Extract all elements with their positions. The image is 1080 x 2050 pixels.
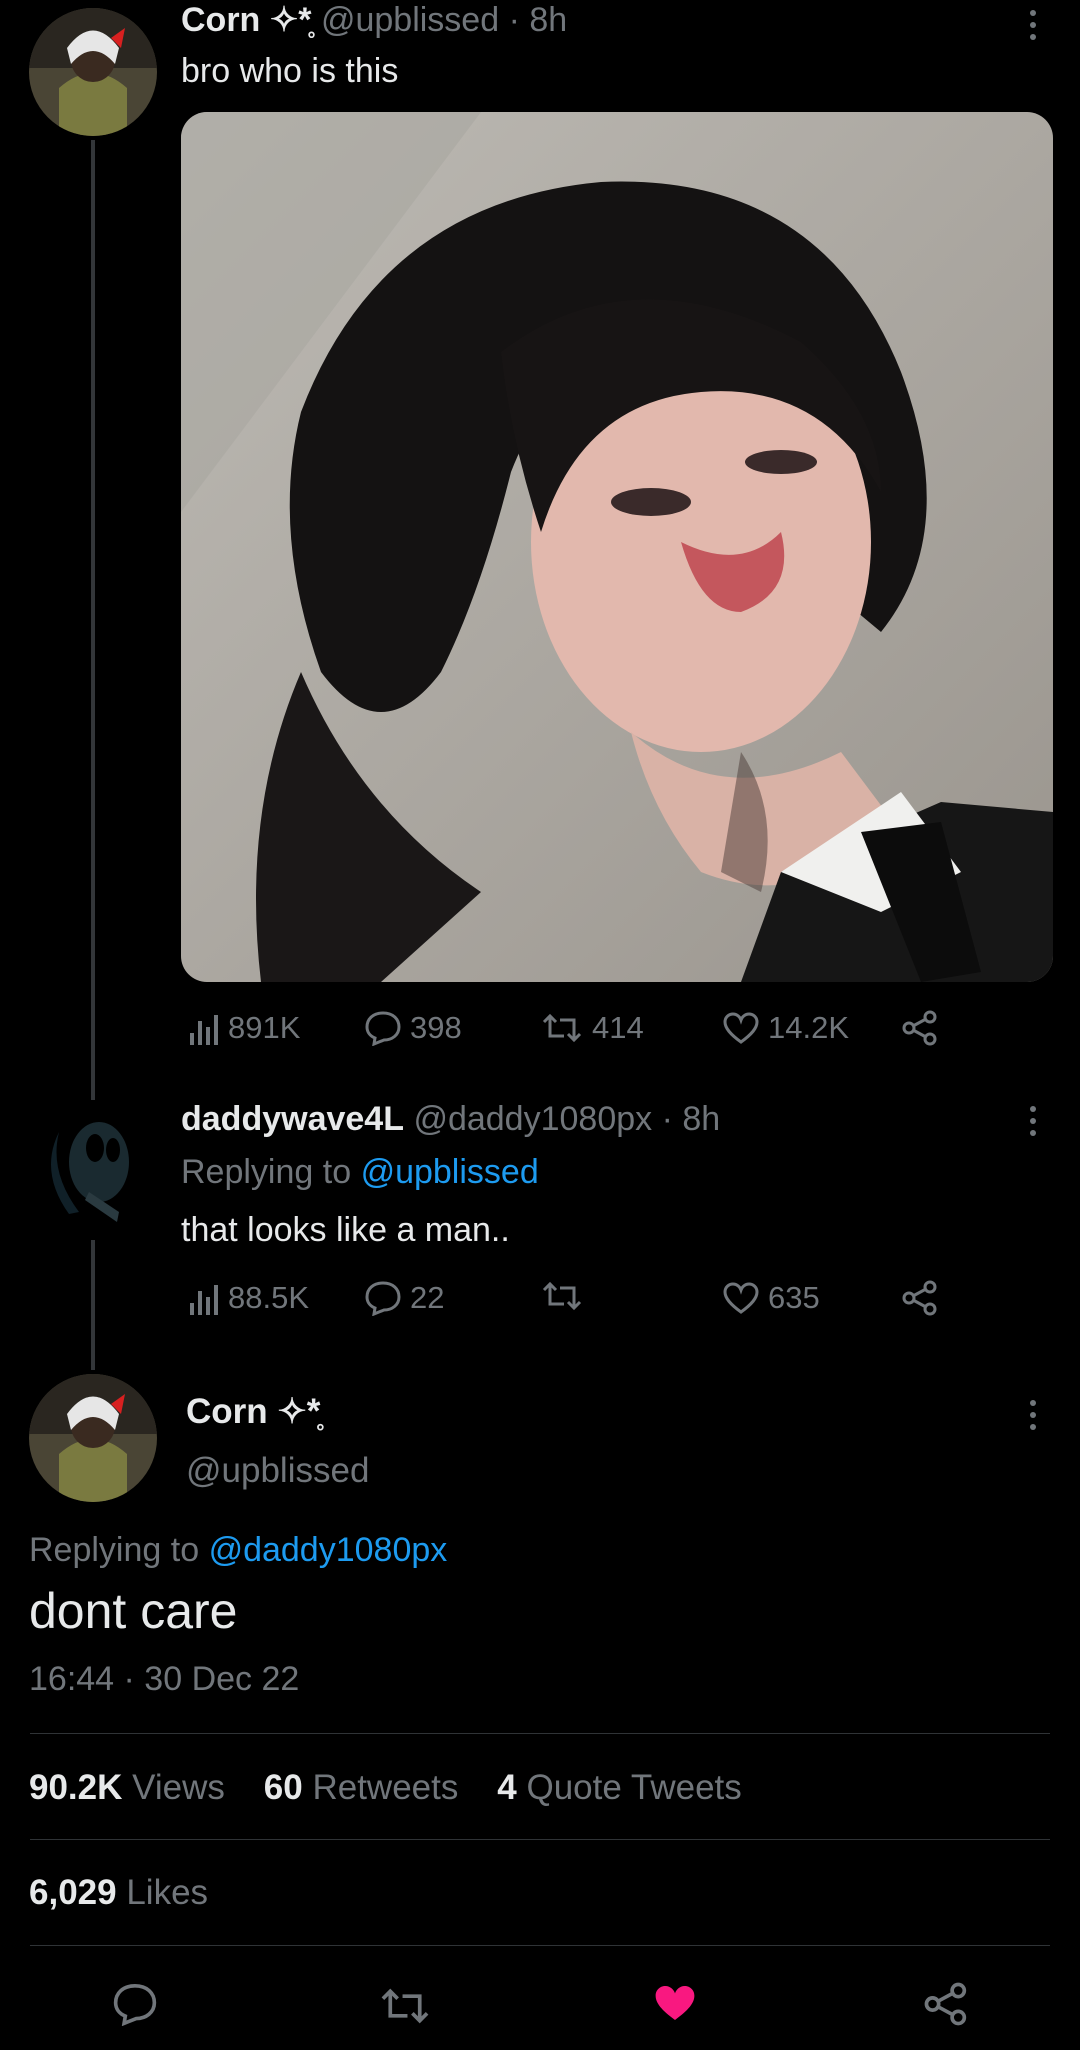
divider bbox=[30, 1733, 1050, 1734]
avatar[interactable] bbox=[29, 1102, 157, 1230]
likes-total: 6,029 bbox=[29, 1873, 117, 1912]
views-icon bbox=[190, 1015, 218, 1045]
share-icon bbox=[902, 1280, 937, 1316]
like-count: 635 bbox=[768, 1280, 820, 1315]
reply-icon bbox=[365, 1011, 401, 1046]
reply-action-button[interactable] bbox=[112, 1982, 158, 2031]
like-button[interactable]: 635 bbox=[722, 1280, 820, 1316]
author-handle[interactable]: @upblissed bbox=[321, 1, 499, 39]
reply-count: 22 bbox=[410, 1280, 445, 1315]
share-action-button[interactable] bbox=[924, 1982, 968, 2031]
quotes-label: Quote Tweets bbox=[526, 1768, 742, 1807]
retweet-icon bbox=[381, 1988, 429, 2024]
thread-line bbox=[91, 1240, 95, 1370]
views-stat[interactable]: 88.5K bbox=[188, 1280, 309, 1316]
retweet-button[interactable]: 414 bbox=[540, 1010, 644, 1046]
reply-button[interactable]: 398 bbox=[364, 1010, 462, 1046]
retweet-count: 414 bbox=[592, 1010, 644, 1045]
author-name[interactable]: Corn ✧*̥ bbox=[181, 1, 312, 39]
replying-prefix: Replying to bbox=[181, 1153, 352, 1191]
share-button[interactable] bbox=[902, 1280, 938, 1316]
views-stat[interactable]: 891K bbox=[188, 1010, 300, 1046]
reply-icon bbox=[113, 1984, 157, 2027]
like-action-button[interactable] bbox=[652, 1982, 698, 2029]
author-handle[interactable]: @upblissed bbox=[186, 1451, 369, 1491]
retweet-button[interactable] bbox=[540, 1280, 592, 1312]
tweet-time[interactable]: · 8h bbox=[662, 1100, 721, 1138]
tweet-text: bro who is this bbox=[181, 52, 399, 90]
replying-to-link[interactable]: @upblissed bbox=[361, 1153, 539, 1191]
tweet-text: that looks like a man.. bbox=[181, 1211, 510, 1249]
tweet-time[interactable]: · 8h bbox=[509, 1, 568, 39]
retweet-icon bbox=[542, 1013, 582, 1043]
author-name[interactable]: daddywave4L bbox=[181, 1100, 404, 1138]
divider bbox=[30, 1839, 1050, 1840]
divider bbox=[30, 1945, 1050, 1946]
views-label: Views bbox=[132, 1768, 225, 1807]
views-count: 88.5K bbox=[228, 1280, 310, 1315]
like-count: 14.2K bbox=[768, 1010, 850, 1045]
thread-line bbox=[91, 140, 95, 1100]
reply-count: 398 bbox=[410, 1010, 462, 1045]
likes-summary[interactable]: 6,029 Likes bbox=[29, 1873, 208, 1913]
retweets-total: 60 bbox=[263, 1768, 303, 1807]
share-icon bbox=[902, 1010, 937, 1046]
likes-label: Likes bbox=[126, 1873, 209, 1912]
tweet-timestamp[interactable]: 16:44 · 30 Dec 22 bbox=[29, 1660, 299, 1699]
avatar[interactable] bbox=[29, 1374, 157, 1502]
like-icon bbox=[723, 1282, 759, 1314]
like-filled-icon bbox=[655, 1986, 695, 2020]
quotes-summary[interactable]: 4 Quote Tweets bbox=[497, 1768, 742, 1807]
author-name[interactable]: Corn ✧*̥ bbox=[186, 1392, 320, 1432]
more-icon[interactable] bbox=[1030, 1106, 1040, 1142]
retweet-action-button[interactable] bbox=[378, 1986, 432, 2031]
tweet-text: dont care bbox=[29, 1583, 238, 1639]
retweets-label: Retweets bbox=[312, 1768, 459, 1807]
like-button[interactable]: 14.2K bbox=[722, 1010, 849, 1046]
replying-prefix: Replying to bbox=[29, 1531, 200, 1569]
retweets-summary[interactable]: 60 Retweets bbox=[264, 1768, 459, 1807]
share-button[interactable] bbox=[902, 1010, 938, 1046]
views-icon bbox=[190, 1285, 218, 1315]
author-handle[interactable]: @daddy1080px bbox=[413, 1100, 652, 1138]
views-summary[interactable]: 90.2K Views bbox=[29, 1768, 225, 1807]
views-count: 891K bbox=[228, 1010, 301, 1045]
share-icon bbox=[924, 1982, 967, 2026]
tweet-image[interactable] bbox=[181, 112, 1053, 982]
replying-to-link[interactable]: @daddy1080px bbox=[209, 1531, 448, 1569]
views-total: 90.2K bbox=[29, 1768, 123, 1807]
more-icon[interactable] bbox=[1030, 1400, 1040, 1436]
like-icon bbox=[723, 1012, 759, 1044]
retweet-icon bbox=[542, 1281, 582, 1311]
more-icon[interactable] bbox=[1030, 10, 1040, 46]
avatar[interactable] bbox=[29, 8, 157, 136]
quotes-total: 4 bbox=[497, 1768, 517, 1807]
reply-icon bbox=[365, 1281, 401, 1316]
reply-button[interactable]: 22 bbox=[364, 1280, 444, 1316]
